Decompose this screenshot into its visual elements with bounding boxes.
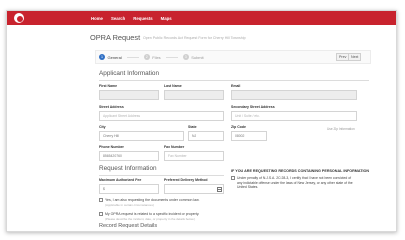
last-name-label: Last Name <box>164 84 182 88</box>
max-fee-label: Maximum Authorized Fee <box>99 178 142 182</box>
incident-note: (Please describe the incident, date, or … <box>105 217 196 221</box>
nav-home-link[interactable]: Home <box>91 16 103 21</box>
incident-row: My OPRA request is related to a specific… <box>99 212 224 217</box>
common-law-row: Yes, I am also requesting the documents … <box>99 198 224 203</box>
use-zip-link[interactable]: Use Zip Information <box>327 127 355 131</box>
nav-search-link[interactable]: Search <box>111 16 125 21</box>
certify-checkbox[interactable] <box>231 176 235 181</box>
incident-label: My OPRA request is related to a specific… <box>105 212 200 216</box>
city-label: City <box>99 125 106 129</box>
common-law-note: (Applicable in certain circumstances) <box>105 203 154 207</box>
fax-number-label: Fax Number <box>164 145 185 149</box>
personal-info-heading: IF YOU ARE REQUESTING RECORDS CONTAINING… <box>231 169 370 173</box>
step-label: Submit <box>191 54 204 60</box>
delivery-method-select[interactable] <box>164 184 224 194</box>
first-name-label: First Name <box>99 84 118 88</box>
street-address-field[interactable]: Applicant Street Address <box>99 111 224 121</box>
step-number: 1 <box>99 54 105 60</box>
details-section-title: Record Request Details <box>99 223 158 229</box>
nav-requests-link[interactable]: Requests <box>133 16 152 21</box>
top-nav-bar: Home Search Requests Maps <box>7 11 396 25</box>
certify-row: Under penalty of N.J.S.A. 2C:28-3, I cer… <box>231 176 355 190</box>
city-field[interactable]: Cherry Hill <box>99 131 184 141</box>
step-files[interactable]: 2 Files <box>143 54 161 60</box>
certify-text: Under penalty of N.J.S.A. 2C:28-3, I cer… <box>237 176 353 189</box>
fax-number-field[interactable]: Fax Number <box>164 151 224 161</box>
main-nav: Home Search Requests Maps <box>91 11 172 25</box>
page-subtitle: Open Public Records Act Request Form for… <box>143 35 246 40</box>
state-label: State <box>188 125 197 129</box>
section-divider <box>99 175 224 176</box>
email-label: Email <box>231 84 241 88</box>
email-field[interactable] <box>231 90 357 100</box>
phone-number-label: Phone Number <box>99 145 124 149</box>
township-logo-icon[interactable] <box>14 13 24 23</box>
nav-maps-link[interactable]: Maps <box>161 16 172 21</box>
step-connector <box>126 56 139 58</box>
state-field[interactable]: NJ <box>188 131 224 141</box>
phone-number-field[interactable]: 8565420760 <box>99 151 159 161</box>
step-number: 2 <box>143 54 150 60</box>
common-law-label: Yes, I am also requesting the documents … <box>105 198 200 202</box>
calendar-icon <box>216 186 222 192</box>
zip-code-label: Zip Code <box>231 125 246 129</box>
delivery-method-label: Preferred Delivery Method <box>164 178 208 182</box>
step-connector <box>165 56 178 58</box>
page-title: OPRA Request <box>90 33 141 42</box>
step-submit[interactable]: 3 Submit <box>182 54 204 60</box>
step-label: Files <box>152 54 161 60</box>
incident-checkbox[interactable] <box>99 212 103 217</box>
step-number: 3 <box>182 54 189 60</box>
step-label: General <box>107 54 122 60</box>
next-button[interactable]: Next <box>348 53 362 61</box>
first-name-field[interactable] <box>99 90 159 100</box>
max-fee-field[interactable]: $ <box>99 184 159 194</box>
secondary-street-field[interactable]: Unit / Suite / etc. <box>231 111 357 121</box>
secondary-street-label: Secondary Street Address <box>231 105 275 109</box>
request-section-title: Request Information <box>99 165 157 172</box>
section-divider <box>99 80 369 81</box>
common-law-checkbox[interactable] <box>99 198 103 203</box>
zip-code-field[interactable]: 08002 <box>231 131 267 141</box>
applicant-section-title: Applicant Information <box>99 70 160 77</box>
steps-list: 1 General 2 Files 3 Submit <box>99 53 204 61</box>
last-name-field[interactable] <box>164 90 224 100</box>
step-general[interactable]: 1 General <box>99 54 122 60</box>
browser-window: Home Search Requests Maps OPRA Request O… <box>6 10 397 232</box>
street-address-label: Street Address <box>99 105 124 109</box>
